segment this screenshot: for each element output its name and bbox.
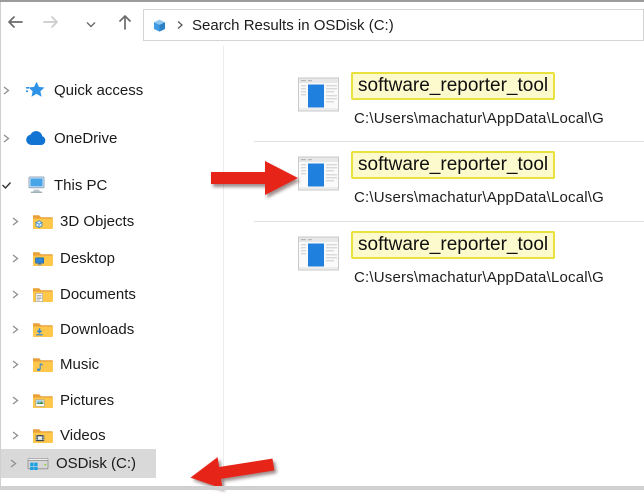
chevron-right-icon[interactable]	[10, 253, 21, 264]
navigation-toolbar: Search Results in OSDisk (C:)	[1, 2, 644, 46]
sidebar-item-documents[interactable]: Documents	[1, 282, 223, 306]
cloud-icon	[25, 129, 47, 147]
up-button[interactable]	[111, 2, 139, 46]
folder-downloads-icon	[31, 320, 53, 338]
chevron-right-icon[interactable]	[10, 359, 21, 370]
sidebar-item-label: OSDisk (C:)	[56, 455, 136, 472]
sidebar-item-music[interactable]: Music	[1, 352, 223, 376]
result-filename[interactable]: software_reporter_tool	[351, 72, 556, 100]
chevron-right-icon[interactable]	[1, 85, 12, 96]
chevron-right-icon	[176, 20, 184, 30]
sidebar-item-3d-objects[interactable]: 3D Objects	[1, 209, 223, 233]
results-pane: software_reporter_tool C:\Users\machatur\…	[224, 46, 644, 486]
sidebar-item-label: Pictures	[60, 391, 115, 409]
chevron-right-icon[interactable]	[10, 395, 21, 406]
folder-documents-icon	[31, 285, 53, 303]
chevron-right-icon[interactable]	[10, 216, 21, 227]
application-icon[interactable]	[297, 76, 340, 113]
back-arrow-icon	[6, 15, 24, 34]
file-explorer-window: Search Results in OSDisk (C:) Quick acce…	[0, 0, 644, 490]
recent-locations-button[interactable]	[82, 2, 100, 46]
navigation-pane: Quick access OneDrive This PC 3D Objects Des…	[1, 46, 223, 486]
sidebar-item-quick-access[interactable]: Quick access	[1, 78, 223, 102]
result-filename[interactable]: software_reporter_tool	[351, 151, 556, 179]
sidebar-item-label: Quick access	[54, 81, 144, 99]
sidebar-item-label: Music	[60, 355, 100, 373]
sidebar-item-label: OneDrive	[54, 129, 118, 147]
search-result[interactable]: software_reporter_tool C:\Users\machatur\…	[224, 231, 644, 301]
back-button[interactable]	[1, 2, 29, 46]
sidebar-item-desktop[interactable]: Desktop	[1, 246, 223, 270]
sidebar-item-osdisk-c[interactable]: OSDisk (C:)	[1, 449, 156, 478]
folder-videos-icon	[31, 426, 53, 444]
horizontal-scrollbar[interactable]	[0, 486, 644, 490]
chevron-right-icon[interactable]	[1, 133, 12, 144]
folder-3d-icon	[31, 212, 53, 230]
chevron-right-icon[interactable]	[10, 430, 21, 441]
chevron-right-icon[interactable]	[10, 289, 21, 300]
folder-music-icon	[31, 355, 53, 373]
result-separator	[254, 141, 644, 142]
forward-button[interactable]	[37, 2, 65, 46]
folder-pictures-icon	[31, 391, 53, 409]
breadcrumb: Search Results in OSDisk (C:)	[192, 16, 394, 34]
red-arrow-right-icon	[211, 161, 298, 195]
result-separator	[254, 221, 644, 222]
computer-icon	[25, 176, 47, 194]
sidebar-item-label: Documents	[60, 285, 136, 303]
sidebar-item-onedrive[interactable]: OneDrive	[1, 126, 223, 150]
result-filename[interactable]: software_reporter_tool	[351, 231, 556, 259]
drive-icon	[27, 455, 49, 473]
sidebar-item-downloads[interactable]: Downloads	[1, 317, 223, 341]
forward-arrow-icon	[42, 15, 60, 34]
result-path: C:\Users\machatur\AppData\Local\G	[354, 189, 605, 206]
search-result[interactable]: software_reporter_tool C:\Users\machatur\…	[224, 72, 644, 142]
chevron-right-icon[interactable]	[10, 324, 21, 335]
folder-desktop-icon	[31, 249, 53, 267]
up-arrow-icon	[118, 13, 132, 36]
chevron-right-icon[interactable]	[8, 458, 19, 469]
chevron-down-icon[interactable]	[1, 180, 12, 191]
sidebar-item-videos[interactable]: Videos	[1, 423, 223, 447]
address-bar[interactable]: Search Results in OSDisk (C:)	[143, 9, 644, 41]
sidebar-item-label: 3D Objects	[60, 212, 135, 230]
sidebar-item-this-pc[interactable]: This PC	[1, 173, 223, 197]
star-icon	[25, 81, 47, 99]
sidebar-item-label: Videos	[60, 426, 106, 444]
result-path: C:\Users\machatur\AppData\Local\G	[354, 110, 605, 127]
sidebar-item-label: This PC	[54, 176, 108, 194]
chevron-down-icon	[86, 15, 96, 33]
application-icon[interactable]	[297, 235, 340, 272]
search-results-location-icon	[151, 17, 168, 34]
sidebar-item-pictures[interactable]: Pictures	[1, 388, 223, 412]
sidebar-item-label: Desktop	[60, 249, 116, 267]
result-path: C:\Users\machatur\AppData\Local\G	[354, 269, 605, 286]
sidebar-item-label: Downloads	[60, 320, 135, 338]
application-icon[interactable]	[297, 155, 340, 192]
